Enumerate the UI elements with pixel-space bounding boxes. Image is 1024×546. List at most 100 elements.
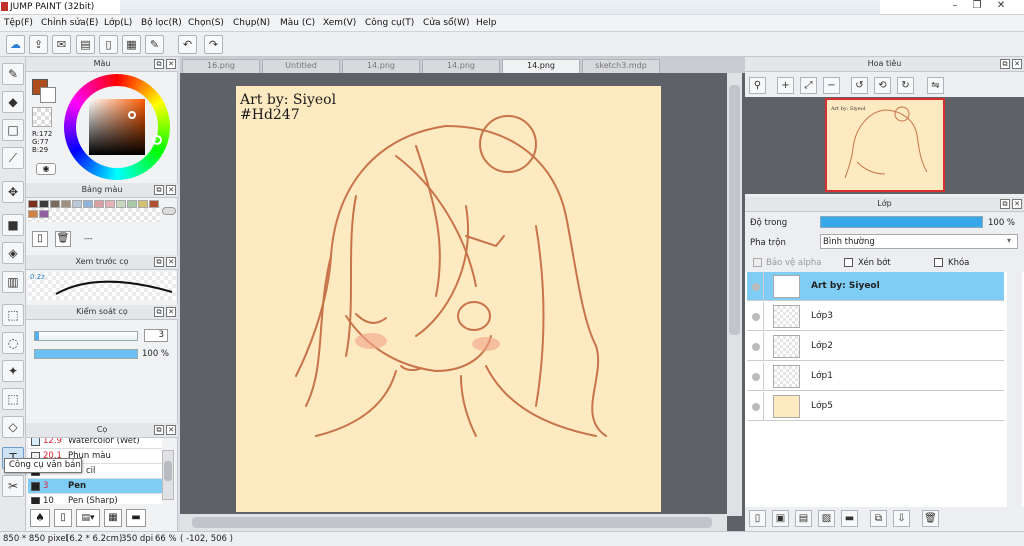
palette-swatch[interactable] <box>83 200 93 208</box>
blend-mode-select[interactable]: Bình thường ▾ <box>820 234 1018 249</box>
float-icon[interactable]: ⧉ <box>1000 59 1010 69</box>
palette-swatch[interactable] <box>105 200 115 208</box>
select-eraser-tool-icon[interactable]: ◇ <box>2 416 24 438</box>
close-icon[interactable]: ✕ <box>166 59 176 69</box>
eraser-tool-icon[interactable]: ◆ <box>2 91 24 113</box>
brush-item-pen[interactable]: 3 Pen <box>28 479 162 494</box>
rotate-left-icon[interactable]: ↺ <box>851 77 868 94</box>
brush-settings-icon[interactable]: ▦ <box>104 509 122 527</box>
flip-icon[interactable]: ⇋ <box>927 77 944 94</box>
comment-icon[interactable]: ▤ <box>76 35 95 54</box>
navigator-preview[interactable]: Art by: Siyeol <box>745 97 1024 194</box>
vertical-scrollbar[interactable] <box>727 73 742 516</box>
zoom-in-icon[interactable]: + <box>777 77 794 94</box>
brush-item-pen-sharp[interactable]: 10 Pen (Sharp) <box>28 494 162 504</box>
palette-swatch[interactable] <box>72 200 82 208</box>
menu-window[interactable]: Cửa sổ(W) <box>423 18 469 28</box>
saturation-value-square[interactable] <box>89 99 145 155</box>
document-icon[interactable]: ▯ <box>99 35 118 54</box>
layer-row-art-by[interactable]: Art by: Siyeol <box>747 272 1004 301</box>
transparent-color-swatch[interactable] <box>32 107 52 127</box>
close-icon[interactable]: ✕ <box>166 425 176 435</box>
visibility-icon[interactable] <box>752 343 760 351</box>
color-mode-icon[interactable]: ◉ <box>36 163 56 175</box>
move-tool-icon[interactable]: ✥ <box>2 181 24 203</box>
palette-swatch[interactable] <box>149 200 159 208</box>
cloud-icon[interactable]: ☁ <box>6 35 25 54</box>
brush-size-input[interactable]: 3 <box>144 329 168 342</box>
brush-folder-icon[interactable]: ▬ <box>126 509 146 527</box>
menu-help[interactable]: Help <box>476 18 497 28</box>
new-swatch-icon[interactable]: ▯ <box>32 231 48 247</box>
rotate-reset-icon[interactable]: ⟲ <box>874 77 891 94</box>
clip-checkbox[interactable] <box>844 258 853 267</box>
undo-icon[interactable]: ↶ <box>178 35 197 54</box>
layout-icon[interactable]: ▦ <box>122 35 141 54</box>
merge-down-icon[interactable]: ⇩ <box>893 510 910 527</box>
visibility-icon[interactable] <box>752 283 760 291</box>
palette-swatch[interactable] <box>127 200 137 208</box>
close-button[interactable]: ✕ <box>990 0 1012 13</box>
duplicate-layer-icon[interactable]: ⧉ <box>870 510 887 527</box>
delete-swatch-icon[interactable]: 🗑 <box>55 231 71 247</box>
float-icon[interactable]: ⧉ <box>154 257 164 267</box>
layer-row-lop3[interactable]: Lớp3 <box>747 302 1004 331</box>
brush-menu-icon[interactable]: ▤▾ <box>76 509 100 527</box>
float-icon[interactable]: ⧉ <box>154 307 164 317</box>
new-folder-icon[interactable]: ▬ <box>841 510 858 527</box>
menu-capture[interactable]: Chụp(N) <box>233 18 270 28</box>
menu-tools[interactable]: Công cụ(T) <box>365 18 414 28</box>
close-icon[interactable]: ✕ <box>166 257 176 267</box>
palette-swatch[interactable] <box>28 210 38 218</box>
zoom-out-icon[interactable]: − <box>823 77 840 94</box>
export-icon[interactable]: ⇪ <box>29 35 48 54</box>
sub-color-swatch[interactable] <box>40 87 56 103</box>
close-icon[interactable]: ✕ <box>1012 59 1022 69</box>
menu-select[interactable]: Chọn(S) <box>188 18 224 28</box>
new-8bit-layer-icon[interactable]: ▨ <box>818 510 835 527</box>
layer-opacity-slider[interactable] <box>820 216 983 228</box>
new-layer-icon[interactable]: ▯ <box>749 510 766 527</box>
float-icon[interactable]: ⧉ <box>154 185 164 195</box>
brush-size-slider[interactable] <box>34 331 138 341</box>
bucket-tool-icon[interactable]: ◈ <box>2 242 24 264</box>
rectangle-select-tool-icon[interactable]: □ <box>2 119 24 141</box>
minimize-button[interactable]: – <box>944 0 966 13</box>
close-icon[interactable]: ✕ <box>166 307 176 317</box>
maximize-button[interactable]: ❐ <box>966 0 988 13</box>
doc-tab-sketch3[interactable]: sketch3.mdp <box>582 59 660 73</box>
palette-swatch[interactable] <box>116 200 126 208</box>
magic-wand-tool-icon[interactable]: ✦ <box>2 360 24 382</box>
hue-picker-handle[interactable] <box>152 135 162 145</box>
float-icon[interactable]: ⧉ <box>154 425 164 435</box>
vertical-scroll-thumb[interactable] <box>729 85 740 335</box>
cut-tool-icon[interactable]: ✂ <box>2 475 24 497</box>
doc-tab-16png[interactable]: 16.png <box>182 59 260 73</box>
gradient-tool-icon[interactable]: ▥ <box>2 271 24 293</box>
add-brush-icon[interactable]: ♠ <box>30 509 50 527</box>
menu-color[interactable]: Màu (C) <box>280 18 315 28</box>
close-icon[interactable]: ✕ <box>1012 199 1022 209</box>
visibility-icon[interactable] <box>752 373 760 381</box>
brush-list-scrollbar[interactable] <box>162 450 174 500</box>
palette-scroll-handle[interactable] <box>162 207 176 215</box>
float-icon[interactable]: ⧉ <box>154 59 164 69</box>
protect-alpha-checkbox[interactable] <box>753 258 762 267</box>
palette-swatch[interactable] <box>138 200 148 208</box>
palette-swatch[interactable] <box>39 200 49 208</box>
menu-filter[interactable]: Bộ lọc(R) <box>141 18 182 28</box>
float-icon[interactable]: ⧉ <box>1000 199 1010 209</box>
menu-layer[interactable]: Lớp(L) <box>104 18 132 28</box>
palette-swatch[interactable] <box>28 200 38 208</box>
horizontal-scrollbar[interactable] <box>180 514 727 531</box>
settings-icon[interactable]: ✎ <box>145 35 164 54</box>
palette-swatch[interactable] <box>94 200 104 208</box>
fill-rect-tool-icon[interactable]: ■ <box>2 214 24 236</box>
doc-tab-14png-a[interactable]: 14.png <box>342 59 420 73</box>
menu-edit[interactable]: Chỉnh sửa(E) <box>41 18 98 28</box>
brush-item-watercolor[interactable]: 12.9 Watercolor (Wet) <box>28 438 162 449</box>
close-icon[interactable]: ✕ <box>166 185 176 195</box>
brush-opacity-slider[interactable] <box>34 349 138 359</box>
palette-swatch[interactable] <box>39 210 49 218</box>
new-brush-icon[interactable]: ▯ <box>54 509 72 527</box>
